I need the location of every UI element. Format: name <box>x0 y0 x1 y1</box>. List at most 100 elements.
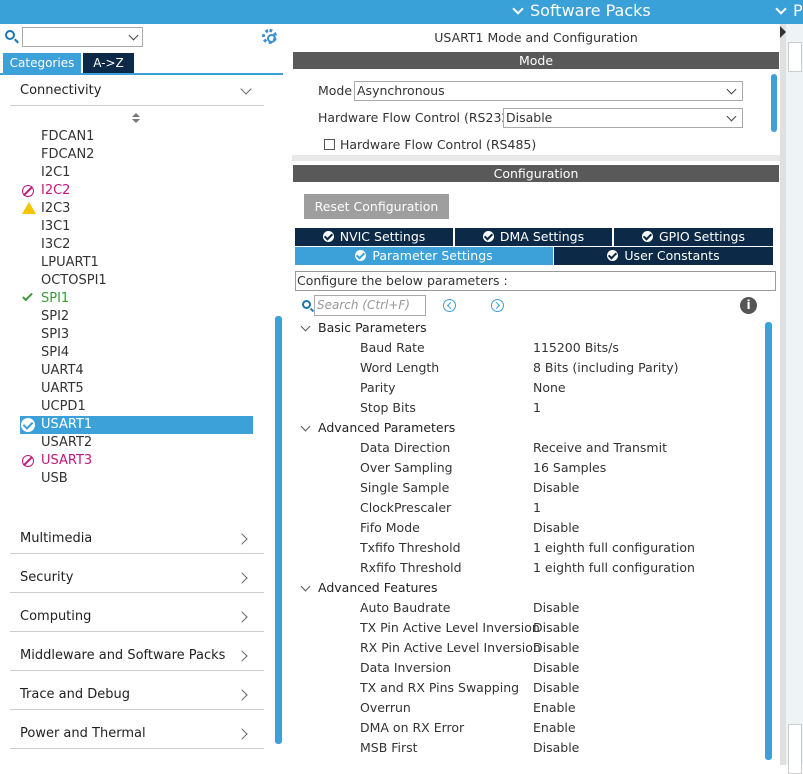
parameter-row[interactable]: Word Length 8 Bits (including Parity) <box>360 358 760 378</box>
parameter-row[interactable]: Baud Rate 115200 Bits/s <box>360 338 760 358</box>
peripheral-item-i2c1[interactable]: I2C1 <box>20 164 253 182</box>
category-computing[interactable]: Computing <box>10 602 264 632</box>
tab-dma-settings[interactable]: DMA Settings <box>455 228 612 246</box>
parameter-row[interactable]: RX Pin Active Level Inversion Disable <box>360 638 760 658</box>
software-packs-label: Software Packs <box>530 1 651 20</box>
parameter-row[interactable]: Data Direction Receive and Transmit <box>360 438 760 458</box>
tab-a-to-z[interactable]: A->Z <box>83 53 134 73</box>
mode-select[interactable]: Asynchronous <box>354 81 743 101</box>
parameter-row[interactable]: Single Sample Disable <box>360 478 760 498</box>
tab-categories[interactable]: Categories <box>3 53 81 73</box>
peripheral-item-spi1[interactable]: SPI1 <box>20 290 253 308</box>
parameter-value[interactable]: 1 eighth full configuration <box>533 538 695 558</box>
parameter-value[interactable]: None <box>533 378 566 398</box>
parameter-value[interactable]: Disable <box>533 658 579 678</box>
peripheral-item-spi3[interactable]: SPI3 <box>20 326 253 344</box>
peripheral-item-uart5[interactable]: UART5 <box>20 380 253 398</box>
parameter-value[interactable]: Receive and Transmit <box>533 438 667 458</box>
parameter-row[interactable]: Auto Baudrate Disable <box>360 598 760 618</box>
tab-parameter-settings[interactable]: Parameter Settings <box>295 247 553 265</box>
reset-configuration-button[interactable]: Reset Configuration <box>304 194 449 219</box>
parameter-value[interactable]: Disable <box>533 518 579 538</box>
parameter-value[interactable]: Disable <box>533 678 579 698</box>
peripheral-label: I3C1 <box>41 219 71 234</box>
search-prev-button[interactable] <box>443 299 456 312</box>
edge-scroll-top[interactable] <box>788 42 802 72</box>
parameter-value[interactable]: 1 eighth full configuration <box>533 558 695 578</box>
peripheral-item-usart1[interactable]: USART1 <box>20 416 253 434</box>
parameter-row[interactable]: DMA on RX Error Enable <box>360 718 760 738</box>
info-icon[interactable]: i <box>740 297 757 314</box>
tab-nvic-settings[interactable]: NVIC Settings <box>295 228 453 246</box>
parameter-scrollbar[interactable] <box>765 322 772 760</box>
peripheral-item-usart2[interactable]: USART2 <box>20 434 253 452</box>
category-trace-and-debug[interactable]: Trace and Debug <box>10 680 264 710</box>
software-packs-menu[interactable]: Software Packs <box>510 0 651 24</box>
parameter-value[interactable]: Disable <box>533 618 579 638</box>
category-multimedia[interactable]: Multimedia <box>10 524 264 554</box>
edge-scroll-bottom[interactable] <box>788 724 802 774</box>
peripheral-item-usb[interactable]: USB <box>20 470 253 488</box>
expand-arrow-icon[interactable] <box>780 26 786 38</box>
parameter-search-input[interactable]: Search (Ctrl+F) <box>314 295 426 316</box>
category-security[interactable]: Security <box>10 563 264 593</box>
peripheral-item-spi4[interactable]: SPI4 <box>20 344 253 362</box>
category-middleware-and-software-packs[interactable]: Middleware and Software Packs <box>10 641 264 671</box>
peripheral-item-i3c1[interactable]: I3C1 <box>20 218 253 236</box>
search-combobox[interactable] <box>22 27 143 47</box>
parameter-value[interactable]: 1 <box>533 398 541 418</box>
parameter-row[interactable]: ClockPrescaler 1 <box>360 498 760 518</box>
search-next-button[interactable] <box>491 299 504 312</box>
hwfc-rs232-select[interactable]: Disable <box>503 108 743 128</box>
cut-off-menu[interactable]: P <box>773 0 803 24</box>
peripheral-item-ucpd1[interactable]: UCPD1 <box>20 398 253 416</box>
category-connectivity[interactable]: Connectivity <box>10 76 264 106</box>
sort-arrows-icon[interactable] <box>132 113 140 125</box>
parameter-row[interactable]: Txfifo Threshold 1 eighth full configurat… <box>360 538 760 558</box>
parameter-row[interactable]: Overrun Enable <box>360 698 760 718</box>
parameter-value[interactable]: Disable <box>533 738 579 758</box>
peripheral-item-fdcan1[interactable]: FDCAN1 <box>20 128 253 146</box>
parameter-row[interactable]: Over Sampling 16 Samples <box>360 458 760 478</box>
peripheral-item-i2c3[interactable]: I2C3 <box>20 200 253 218</box>
peripheral-item-spi2[interactable]: SPI2 <box>20 308 253 326</box>
parameter-value[interactable]: 16 Samples <box>533 458 606 478</box>
parameter-value[interactable]: 8 Bits (including Parity) <box>533 358 679 378</box>
parameter-row[interactable]: Data Inversion Disable <box>360 658 760 678</box>
parameter-value[interactable]: Disable <box>533 638 579 658</box>
parameter-row[interactable]: Fifo Mode Disable <box>360 518 760 538</box>
parameter-value[interactable]: Disable <box>533 598 579 618</box>
parameter-row[interactable]: Rxfifo Threshold 1 eighth full configurat… <box>360 558 760 578</box>
peripheral-item-lpuart1[interactable]: LPUART1 <box>20 254 253 272</box>
mode-scrollbar[interactable] <box>771 74 777 132</box>
peripheral-item-i2c2[interactable]: I2C2 <box>20 182 253 200</box>
parameter-value[interactable]: Disable <box>533 478 579 498</box>
parameter-value[interactable]: 115200 Bits/s <box>533 338 619 358</box>
peripheral-item-octospi1[interactable]: OCTOSPI1 <box>20 272 253 290</box>
left-scrollbar[interactable] <box>275 316 282 744</box>
parameter-row[interactable]: Stop Bits 1 <box>360 398 760 418</box>
rs485-checkbox[interactable] <box>324 139 335 150</box>
peripheral-item-usart3[interactable]: USART3 <box>20 452 253 470</box>
category-power-and-thermal[interactable]: Power and Thermal <box>10 719 264 749</box>
tab-user-constants[interactable]: User Constants <box>554 247 773 265</box>
peripheral-item-i3c2[interactable]: I3C2 <box>20 236 253 254</box>
parameter-row[interactable]: MSB First Disable <box>360 738 760 758</box>
peripheral-label: LPUART1 <box>41 255 99 270</box>
parameter-row[interactable]: Parity None <box>360 378 760 398</box>
parameter-row[interactable]: TX Pin Active Level Inversion Disable <box>360 618 760 638</box>
category-label: Multimedia <box>20 531 93 546</box>
peripheral-item-uart4[interactable]: UART4 <box>20 362 253 380</box>
check-icon <box>22 290 33 302</box>
section-divider[interactable] <box>292 155 780 161</box>
top-bar: Software Packs P <box>0 0 803 24</box>
gear-icon[interactable] <box>262 29 277 44</box>
parameter-value[interactable]: Enable <box>533 698 576 718</box>
tab-gpio-settings[interactable]: GPIO Settings <box>614 228 773 246</box>
peripheral-item-fdcan2[interactable]: FDCAN2 <box>20 146 253 164</box>
peripheral-label: SPI3 <box>41 327 70 342</box>
parameter-value[interactable]: Enable <box>533 718 576 738</box>
parameter-name: Stop Bits <box>360 400 416 415</box>
parameter-row[interactable]: TX and RX Pins Swapping Disable <box>360 678 760 698</box>
parameter-value[interactable]: 1 <box>533 498 541 518</box>
